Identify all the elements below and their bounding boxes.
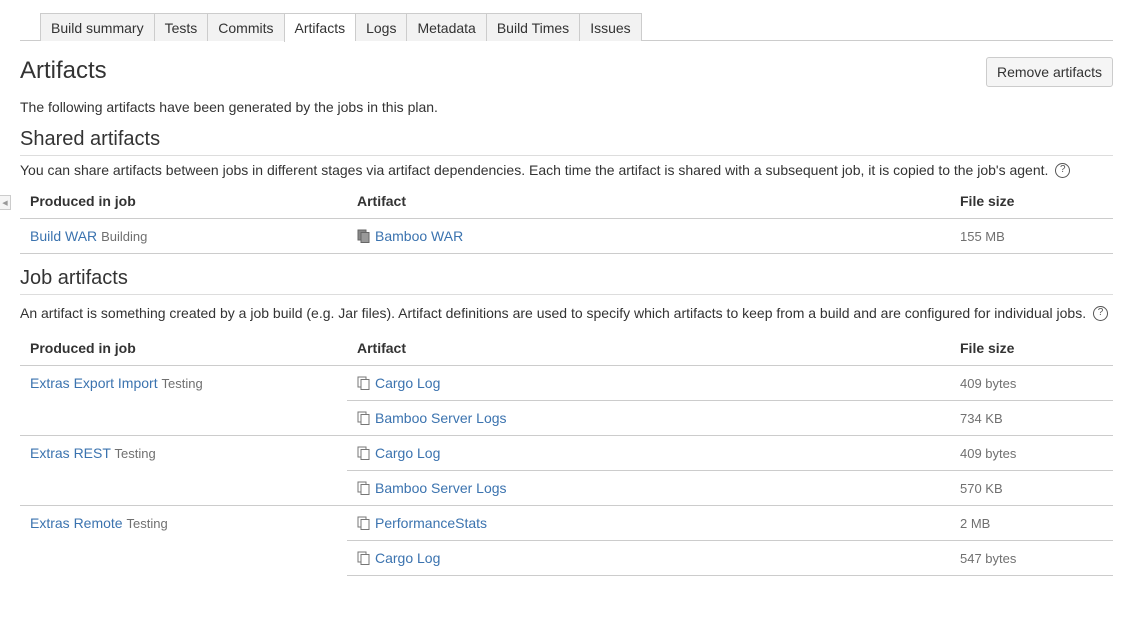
artifact-cell: Bamboo Server Logs: [347, 400, 950, 436]
file-size: 547 bytes: [960, 551, 1017, 566]
column-header-size: File size: [950, 183, 1113, 219]
page-title: Artifacts: [20, 57, 107, 84]
file-size: 409 bytes: [960, 446, 1017, 461]
main-content: Build summary Tests Commits Artifacts Lo…: [20, 13, 1113, 576]
help-icon[interactable]: ?: [1055, 162, 1071, 178]
column-header-artifact: Artifact: [347, 183, 950, 219]
size-cell: 409 bytes: [950, 365, 1113, 401]
shared-artifact-icon: [357, 229, 370, 243]
page: ◀ Build summary Tests Commits Artifacts …: [0, 0, 1130, 619]
file-size: 409 bytes: [960, 376, 1017, 391]
shared-artifacts-description: You can share artifacts between jobs in …: [20, 160, 1113, 180]
stage-label: Testing: [161, 376, 203, 391]
tab-build-summary[interactable]: Build summary: [40, 13, 154, 41]
job-link[interactable]: Extras Remote: [30, 515, 123, 531]
file-size: 570 KB: [960, 481, 1003, 496]
stage-label: Testing: [126, 516, 168, 531]
tab-artifacts[interactable]: Artifacts: [283, 13, 356, 42]
table-row: Build WAR Building Bamboo WAR 155 MB: [20, 218, 1113, 254]
job-cell: Extras Remote Testing: [20, 506, 347, 576]
artifact-link[interactable]: Bamboo WAR: [375, 228, 463, 244]
artifact-cell: Bamboo WAR: [347, 218, 950, 254]
file-size: 155 MB: [960, 229, 1005, 244]
table-row: Extras Export Import Testing Cargo Log 4…: [20, 365, 1113, 436]
file-size: 2 MB: [960, 516, 991, 531]
job-link[interactable]: Build WAR: [30, 228, 97, 244]
artifact-cell: Cargo Log: [347, 540, 950, 576]
file-size: 734 KB: [960, 411, 1003, 426]
remove-artifacts-button[interactable]: Remove artifacts: [985, 57, 1113, 87]
column-header-job: Produced in job: [20, 330, 347, 366]
size-cell: 409 bytes: [950, 435, 1113, 471]
sidebar-collapse-handle[interactable]: ◀: [0, 195, 11, 210]
job-artifacts-table: Produced in job Artifact File size Extra…: [20, 330, 1113, 576]
job-cell: Extras REST Testing: [20, 435, 347, 506]
tab-logs[interactable]: Logs: [355, 13, 407, 41]
table-header-row: Produced in job Artifact File size: [20, 330, 1113, 366]
tab-build-times[interactable]: Build Times: [485, 13, 580, 41]
job-cell: Build WAR Building: [20, 218, 347, 254]
tab-issues[interactable]: Issues: [579, 13, 642, 41]
tab-bar: Build summary Tests Commits Artifacts Lo…: [20, 13, 1113, 42]
help-icon[interactable]: ?: [1093, 305, 1108, 321]
page-intro: The following artifacts have been genera…: [20, 99, 438, 115]
size-cell: 570 KB: [950, 470, 1113, 506]
artifact-link[interactable]: PerformanceStats: [375, 515, 487, 531]
collapse-arrow-icon: ◀: [2, 199, 8, 207]
artifact-cell: Bamboo Server Logs: [347, 470, 950, 506]
file-icon: [357, 411, 370, 425]
page-header: Artifacts Remove artifacts: [20, 41, 1113, 90]
file-icon: [357, 516, 370, 530]
shared-artifacts-title: Shared artifacts: [20, 126, 1113, 156]
artifact-link[interactable]: Bamboo Server Logs: [375, 410, 507, 426]
tab-commits[interactable]: Commits: [207, 13, 284, 41]
job-link[interactable]: Extras REST: [30, 445, 111, 461]
table-row: Extras Remote Testing PerformanceStats 2…: [20, 505, 1113, 541]
tab-tests[interactable]: Tests: [153, 13, 208, 41]
table-row: Extras REST Testing Cargo Log 409 bytes: [20, 435, 1113, 506]
shared-description-text: You can share artifacts between jobs in …: [20, 162, 1049, 178]
artifact-link[interactable]: Cargo Log: [375, 550, 440, 566]
file-icon: [357, 481, 370, 495]
artifact-cell: Cargo Log: [347, 365, 950, 401]
size-cell: 547 bytes: [950, 540, 1113, 576]
stage-label: Building: [101, 229, 148, 244]
size-cell: 2 MB: [950, 505, 1113, 541]
job-description-text: An artifact is something created by a jo…: [20, 305, 1087, 321]
artifact-link[interactable]: Cargo Log: [375, 375, 440, 391]
job-cell: Extras Export Import Testing: [20, 365, 347, 436]
column-header-artifact: Artifact: [347, 330, 950, 366]
job-link[interactable]: Extras Export Import: [30, 375, 158, 391]
file-icon: [357, 376, 370, 390]
size-cell: 155 MB: [950, 218, 1113, 254]
stage-label: Testing: [114, 446, 156, 461]
size-cell: 734 KB: [950, 400, 1113, 436]
job-artifacts-title: Job artifacts: [20, 265, 1113, 295]
file-icon: [357, 551, 370, 565]
artifact-cell: PerformanceStats: [347, 505, 950, 541]
artifact-cell: Cargo Log: [347, 435, 950, 471]
column-header-size: File size: [950, 330, 1113, 366]
shared-artifacts-table: Produced in job Artifact File size Build…: [20, 183, 1113, 254]
job-artifacts-description: An artifact is something created by a jo…: [20, 303, 1113, 323]
artifact-link[interactable]: Bamboo Server Logs: [375, 480, 507, 496]
artifact-link[interactable]: Cargo Log: [375, 445, 440, 461]
column-header-job: Produced in job: [20, 183, 347, 219]
tab-metadata[interactable]: Metadata: [406, 13, 486, 41]
table-header-row: Produced in job Artifact File size: [20, 183, 1113, 219]
file-icon: [357, 446, 370, 460]
